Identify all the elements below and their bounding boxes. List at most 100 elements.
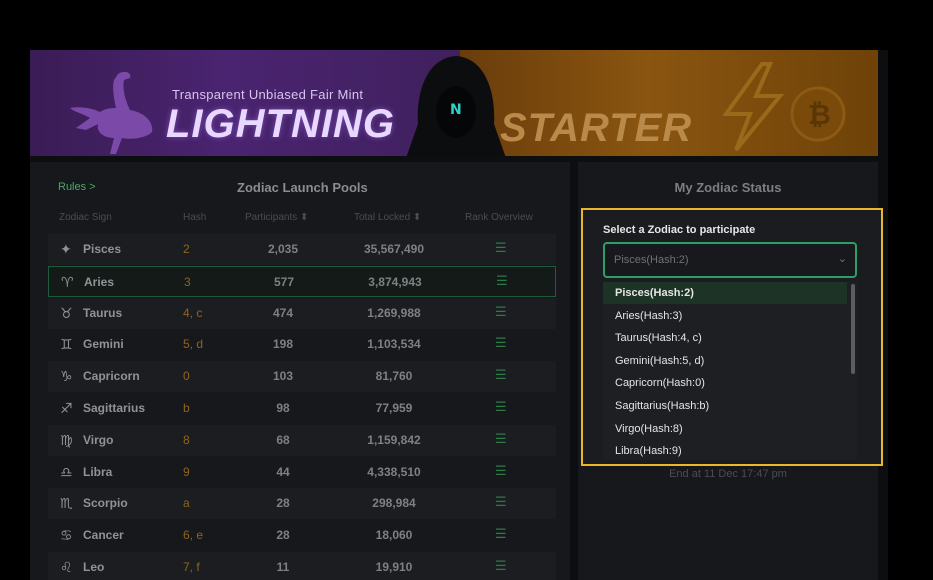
participants-value: 198 bbox=[272, 337, 294, 352]
zodiac-sign-name: Taurus bbox=[83, 305, 123, 320]
hash-value: 9 bbox=[183, 464, 190, 479]
dropdown-option[interactable]: Virgo(Hash:8) bbox=[603, 418, 847, 440]
dropdown-option[interactable]: Libra(Hash:9) bbox=[603, 440, 847, 460]
dropdown-option[interactable]: Taurus(Hash:4, c) bbox=[603, 327, 847, 349]
rank-overview-icon[interactable]: ☰ bbox=[495, 335, 507, 351]
zodiac-virgo-icon: ♍ bbox=[60, 431, 73, 448]
zodiac-pisces-icon: ✦ bbox=[60, 241, 72, 257]
participants-value: 11 bbox=[276, 560, 290, 574]
zodiac-taurus-icon: ♉ bbox=[60, 304, 73, 321]
total-locked-value: 3,874,943 bbox=[368, 274, 422, 289]
dropdown-option[interactable]: Capricorn(Hash:0) bbox=[603, 372, 847, 394]
participants-value: 103 bbox=[272, 369, 294, 384]
hash-value: b bbox=[183, 401, 190, 415]
zodiac-libra-icon: ♎ bbox=[60, 463, 73, 480]
hash-value: 4, c bbox=[183, 305, 203, 320]
table-row[interactable]: ♏ Scorpio a 28 298,984 ☰ bbox=[48, 488, 556, 520]
zodiac-sign-name: Aries bbox=[84, 274, 115, 289]
hash-value: 7, f bbox=[183, 560, 200, 574]
hash-value: 3 bbox=[184, 274, 191, 289]
zodiac-cancer-icon: ♋ bbox=[60, 527, 73, 544]
total-locked-value: 1,103,534 bbox=[367, 337, 421, 352]
dropdown-option[interactable]: Pisces(Hash:2) bbox=[603, 282, 847, 304]
hash-value: 2 bbox=[183, 242, 190, 256]
zodiac-aries-icon: ♈ bbox=[61, 273, 74, 290]
total-locked-value: 298,984 bbox=[372, 496, 416, 511]
table-row[interactable]: ♊ Gemini 5, d 198 1,103,534 ☰ bbox=[48, 329, 556, 360]
zodiac-sign-name: Virgo bbox=[83, 432, 114, 447]
participants-value: 98 bbox=[276, 401, 290, 415]
zodiac-sign-name: Scorpio bbox=[83, 496, 128, 511]
participants-value: 68 bbox=[276, 432, 290, 447]
table-row[interactable]: ♈ Aries 3 577 3,874,943 ☰ bbox=[48, 265, 556, 297]
dropdown-option[interactable]: Sagittarius(Hash:b) bbox=[603, 395, 847, 417]
status-title: My Zodiac Status bbox=[674, 180, 782, 195]
select-label: Select a Zodiac to participate bbox=[603, 224, 756, 236]
col-zodiac-sign: Zodiac Sign bbox=[59, 212, 112, 223]
zodiac-sign-name: Cancer bbox=[83, 528, 124, 543]
participants-value: 44 bbox=[276, 464, 290, 479]
rank-overview-icon[interactable]: ☰ bbox=[496, 273, 508, 289]
end-time-text: End at 11 Dec 17:47 pm bbox=[669, 468, 787, 480]
zodiac-select[interactable]: Pisces(Hash:2) ⌄ bbox=[603, 242, 857, 278]
rank-overview-icon[interactable]: ☰ bbox=[495, 463, 507, 479]
zodiac-leo-icon: ♌ bbox=[60, 559, 73, 575]
lightning-bolt-icon bbox=[722, 62, 785, 152]
banner-title-lightning: LIGHTNING bbox=[166, 102, 395, 146]
table-row[interactable]: ♐ Sagittarius b 98 77,959 ☰ bbox=[48, 393, 556, 424]
dropdown-option[interactable]: Aries(Hash:3) bbox=[603, 305, 847, 327]
dropdown-option[interactable]: Gemini(Hash:5, d) bbox=[603, 350, 847, 372]
zodiac-gemini-icon: ♊ bbox=[60, 336, 73, 353]
hash-value: 5, d bbox=[183, 337, 204, 352]
total-locked-value: 19,910 bbox=[375, 560, 413, 574]
hash-value: 0 bbox=[183, 369, 190, 384]
col-hash: Hash bbox=[183, 212, 207, 223]
zodiac-sign-name: Sagittarius bbox=[83, 401, 146, 415]
rank-overview-icon[interactable]: ☰ bbox=[495, 494, 507, 510]
banner-tagline: Transparent Unbiased Fair Mint bbox=[172, 87, 364, 102]
zodiac-dropdown-list: Pisces(Hash:2) Aries(Hash:3) Taurus(Hash:4… bbox=[603, 282, 857, 460]
table-row[interactable]: ♋ Cancer 6, e 28 18,060 ☰ bbox=[48, 520, 556, 551]
zodiac-sign-name: Pisces bbox=[83, 242, 122, 256]
rank-overview-icon[interactable]: ☰ bbox=[495, 367, 507, 383]
rank-overview-icon[interactable]: ☰ bbox=[495, 240, 507, 256]
dropdown-scrollbar[interactable] bbox=[851, 284, 855, 374]
zodiac-select-popup: Select a Zodiac to participate Pisces(Ha… bbox=[581, 208, 883, 466]
total-locked-value: 77,959 bbox=[375, 401, 413, 415]
col-participants-sort[interactable]: Participants ⬍ bbox=[245, 212, 308, 223]
bitcoin-coin-icon: ₿ bbox=[790, 86, 846, 142]
table-row[interactable]: ♑ Capricorn 0 103 81,760 ☰ bbox=[48, 361, 556, 393]
participants-value: 2,035 bbox=[267, 242, 299, 256]
chevron-down-icon[interactable]: ⌄ bbox=[838, 252, 847, 265]
zodiac-pools-panel: Rules > Zodiac Launch Pools Zodiac Sign … bbox=[30, 162, 570, 580]
participants-value: 474 bbox=[272, 305, 294, 320]
table-row[interactable]: ♌ Leo 7, f 11 19,910 ☰ bbox=[48, 552, 556, 580]
table-row[interactable]: ✦ Pisces 2 2,035 35,567,490 ☰ bbox=[48, 234, 556, 265]
zodiac-sign-name: Capricorn bbox=[83, 369, 140, 384]
table-row[interactable]: ♎ Libra 9 44 4,338,510 ☰ bbox=[48, 457, 556, 488]
rank-overview-icon[interactable]: ☰ bbox=[495, 558, 507, 574]
rules-link[interactable]: Rules > bbox=[58, 181, 96, 193]
total-locked-value: 35,567,490 bbox=[363, 242, 425, 256]
hooded-figure-icon: N bbox=[406, 56, 506, 156]
hash-value: 8 bbox=[183, 432, 190, 447]
participants-value: 28 bbox=[276, 528, 290, 543]
zodiac-sign-name: Libra bbox=[83, 464, 113, 479]
rank-overview-icon[interactable]: ☰ bbox=[495, 304, 507, 320]
participants-value: 577 bbox=[273, 274, 295, 289]
zodiac-scorpio-icon: ♏ bbox=[60, 495, 73, 512]
col-total-locked-sort[interactable]: Total Locked ⬍ bbox=[354, 212, 421, 223]
table-row[interactable]: ♉ Taurus 4, c 474 1,269,988 ☰ bbox=[48, 297, 556, 329]
rank-overview-icon[interactable]: ☰ bbox=[495, 399, 507, 415]
rank-overview-icon[interactable]: ☰ bbox=[495, 431, 507, 447]
hero-banner: Transparent Unbiased Fair Mint LIGHTNING… bbox=[30, 50, 878, 156]
zodiac-sign-name: Gemini bbox=[83, 337, 124, 352]
table-row[interactable]: ♍ Virgo 8 68 1,159,842 ☰ bbox=[48, 424, 556, 456]
participants-value: 28 bbox=[276, 496, 290, 511]
select-value: Pisces(Hash:2) bbox=[614, 254, 689, 266]
rank-overview-icon[interactable]: ☰ bbox=[495, 526, 507, 542]
zodiac-sagittarius-icon: ♐ bbox=[60, 400, 73, 416]
hash-value: a bbox=[183, 496, 190, 511]
total-locked-value: 81,760 bbox=[375, 369, 413, 384]
hash-value: 6, e bbox=[183, 528, 204, 543]
